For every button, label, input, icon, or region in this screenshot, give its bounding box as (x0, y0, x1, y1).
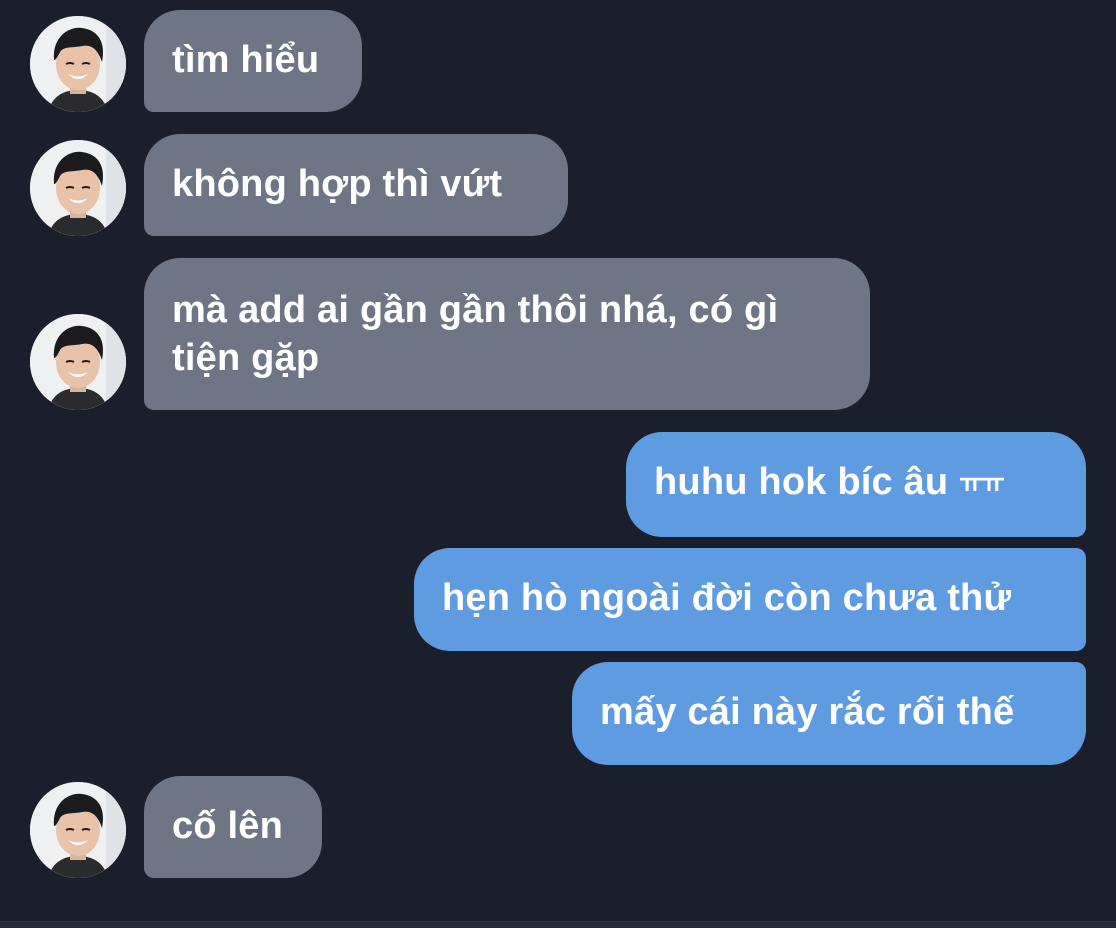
outgoing-message-bubble[interactable]: mấy cái này rắc rối thế (572, 662, 1086, 765)
contact-avatar[interactable] (30, 314, 126, 410)
message-text: cố lên (172, 805, 284, 847)
incoming-message-bubble[interactable]: không hợp thì vứt (144, 134, 568, 236)
outgoing-message-bubble[interactable]: hẹn hò ngoài đời còn chưa thử (414, 548, 1086, 651)
contact-avatar[interactable] (30, 16, 126, 112)
message-text: mà add ai gần gần thôi nhá, có gì tiện g… (172, 289, 779, 379)
incoming-message-bubble[interactable]: tìm hiểu (144, 10, 362, 112)
message-text: mấy cái này rắc rối thế (600, 691, 1015, 733)
outgoing-message-bubble[interactable]: huhu hok bíc âu ㅠㅠ (626, 432, 1086, 537)
incoming-message-bubble[interactable]: cố lên (144, 776, 322, 878)
message-text: tìm hiểu (172, 39, 320, 81)
message-text: huhu hok bíc âu (654, 461, 960, 503)
message-text: không hợp thì vứt (172, 163, 503, 205)
contact-avatar[interactable] (30, 140, 126, 236)
avatar-photo-icon (30, 314, 126, 410)
contact-avatar[interactable] (30, 782, 126, 878)
avatar-photo-icon (30, 782, 126, 878)
message-text: hẹn hò ngoài đời còn chưa thử (442, 577, 1012, 619)
chat-thread: tìm hiểu không hợp thì vứt mà add ai gần… (0, 0, 1116, 928)
avatar-photo-icon (30, 140, 126, 236)
incoming-message-bubble[interactable]: mà add ai gần gần thôi nhá, có gì tiện g… (144, 258, 870, 410)
crying-emoticon: ㅠㅠ (959, 468, 1005, 498)
bottom-divider (0, 921, 1116, 928)
avatar-photo-icon (30, 16, 126, 112)
